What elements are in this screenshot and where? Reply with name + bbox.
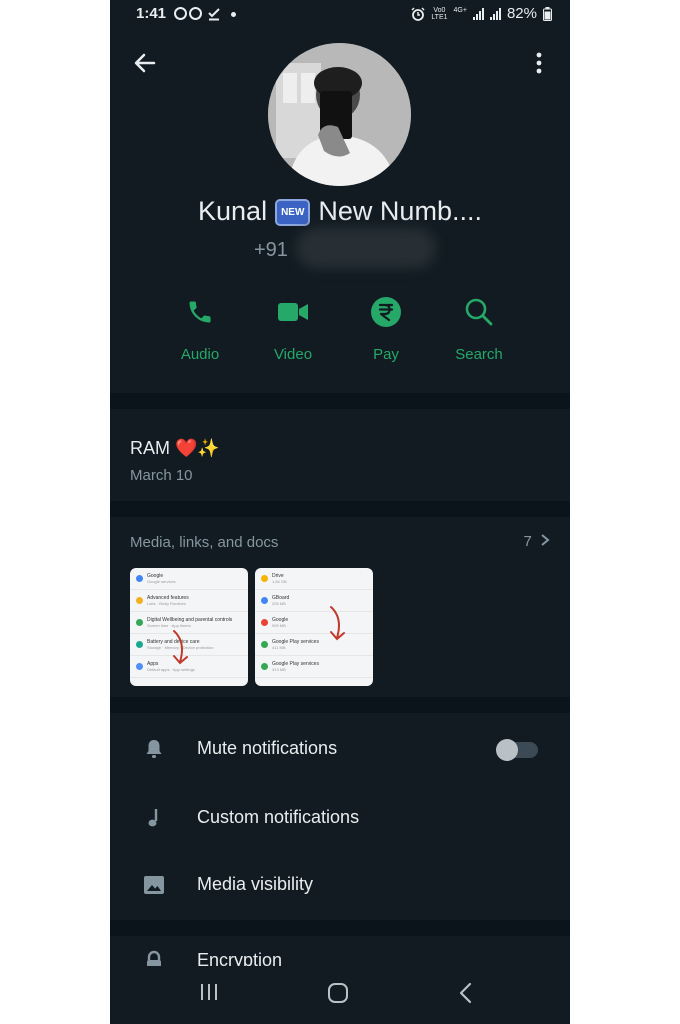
thumbnail-setting-row: Google Play services 411 MB	[255, 634, 373, 656]
profile-photo[interactable]	[268, 43, 411, 186]
thumbnail-row-subtitle: 905 MB	[272, 623, 286, 628]
red-arrow-annotation	[173, 630, 188, 665]
media-count[interactable]: 7	[523, 533, 550, 550]
network-type: 4G+	[453, 7, 467, 14]
setting-dot-icon	[136, 663, 143, 670]
thumbnail-setting-row: Advanced features Labs · Bixby Routines	[130, 590, 248, 612]
section-divider	[110, 501, 570, 517]
thumbnail-row-subtitle: 1.84 GB	[272, 579, 287, 584]
home-icon[interactable]	[327, 982, 349, 1004]
circle-icon	[189, 7, 202, 20]
thumbnail-row-subtitle: Labs · Bixby Routines	[147, 601, 186, 606]
custom-notifications-row[interactable]: Custom notifications	[110, 794, 570, 844]
more-options-icon[interactable]	[526, 50, 552, 76]
setting-dot-icon	[261, 663, 268, 670]
volte-indicator: Vo0 LTE1	[431, 6, 448, 21]
battery-percent: 82%	[506, 5, 537, 22]
section-divider	[110, 393, 570, 409]
system-navigation-bar	[110, 966, 570, 1024]
thumbnail-row-subtitle: 411 MB	[272, 645, 286, 650]
status-right: Vo0 LTE1 4G+ 82%	[411, 5, 552, 22]
thumbnail-setting-row: Google 905 MB	[255, 612, 373, 634]
status-bar: 1:41 Vo0 LTE1 4G+ 82%	[110, 0, 570, 28]
phone-icon	[189, 301, 211, 323]
back-nav-icon[interactable]	[458, 982, 474, 1004]
contact-info-screen: 1:41 Vo0 LTE1 4G+ 82% Kunal NEW New Numb…	[110, 0, 570, 1024]
setting-dot-icon	[136, 575, 143, 582]
about-date: March 10	[130, 467, 193, 484]
mute-toggle[interactable]	[496, 739, 538, 761]
circle-icon	[174, 7, 187, 20]
video-icon	[278, 303, 308, 321]
profile-photo-illustration	[268, 43, 411, 186]
toggle-knob	[496, 739, 518, 761]
setting-dot-icon	[261, 597, 268, 604]
audio-call-button[interactable]: Audio	[160, 292, 240, 363]
thumbnail-setting-row: GBoard 205 MB	[255, 590, 373, 612]
setting-dot-icon	[261, 619, 268, 626]
media-visibility-row[interactable]: Media visibility	[110, 861, 570, 911]
redacted-number	[296, 228, 436, 268]
media-title: Media, links, and docs	[130, 534, 279, 551]
pay-button[interactable]: Pay	[346, 292, 426, 363]
music-note-icon	[148, 809, 158, 827]
bell-icon	[146, 740, 162, 758]
status-time: 1:41	[136, 5, 167, 22]
search-icon	[465, 298, 493, 326]
setting-dot-icon	[136, 619, 143, 626]
setting-dot-icon	[136, 641, 143, 648]
thumbnail-row-subtitle: 313 MB	[272, 667, 286, 672]
thumbnail-row-subtitle: 205 MB	[272, 601, 286, 606]
contact-name: Kunal NEW New Numb....	[198, 196, 482, 227]
chevron-right-icon	[541, 534, 550, 546]
back-arrow-icon[interactable]	[132, 50, 158, 76]
new-badge-icon: NEW	[275, 199, 311, 227]
signal-icon	[489, 7, 501, 20]
thumbnail-row-subtitle: Google services	[147, 579, 176, 584]
setting-dot-icon	[136, 597, 143, 604]
status-notification-icons	[174, 7, 236, 21]
red-arrow-annotation	[330, 606, 345, 641]
setting-dot-icon	[261, 575, 268, 582]
media-thumbnail[interactable]: Google Google services Advanced features La…	[130, 568, 248, 686]
about-text: RAM ❤️✨	[130, 438, 220, 458]
alarm-icon	[411, 6, 425, 21]
thumbnail-setting-row: Drive 1.84 GB	[255, 568, 373, 590]
recent-apps-icon[interactable]	[199, 982, 219, 1002]
media-thumbnail[interactable]: Drive 1.84 GB GBoard 205 MB Google 905 MB Goog…	[255, 568, 373, 686]
section-divider	[110, 920, 570, 936]
rupee-icon	[371, 297, 401, 327]
action-buttons: Audio Video Pay Search	[110, 292, 570, 382]
notification-dot-icon	[231, 12, 236, 17]
search-button[interactable]: Search	[439, 292, 519, 363]
contact-phone-prefix: +91	[254, 239, 288, 261]
image-icon	[144, 876, 164, 894]
download-done-icon	[208, 8, 220, 21]
section-divider	[110, 697, 570, 713]
thumbnail-setting-row: Google Google services	[130, 568, 248, 590]
setting-dot-icon	[261, 641, 268, 648]
thumbnail-setting-row: Google Play services 313 MB	[255, 656, 373, 678]
battery-icon	[543, 6, 552, 21]
mute-notifications-row[interactable]: Mute notifications	[110, 725, 570, 775]
signal-icon	[472, 7, 484, 20]
video-call-button[interactable]: Video	[253, 292, 333, 363]
